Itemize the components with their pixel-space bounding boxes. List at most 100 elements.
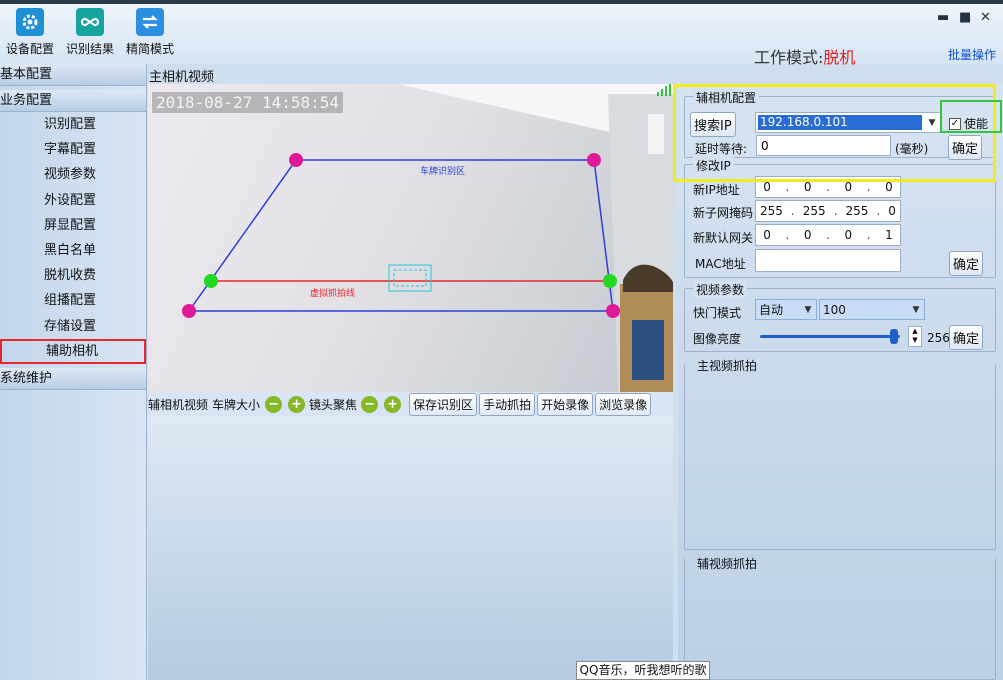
sidebar-item-video-params[interactable]: 视频参数 [0,162,146,187]
chevron-down-icon: ▼ [928,117,936,128]
plate-recognition-zone [187,159,614,312]
device-config-label: 设备配置 [5,42,54,56]
sidebar-item-aux-camera[interactable]: 辅助相机 [0,338,146,364]
signal-strength-icon [657,84,671,96]
work-mode-status: 工作模式:脱机 [754,44,855,68]
shutter-mode-select[interactable]: 自动 ▼ [755,299,817,320]
gateway-label: 新默认网关 [693,231,754,245]
ip-octet: 255 [845,204,869,218]
subnet-input[interactable]: 255. 255. 255. 0 [755,200,901,222]
sidebar-item-multicast-config[interactable]: 组播配置 [0,288,146,313]
work-mode-label: 工作模式: [754,48,824,67]
swap-arrows-icon [136,8,164,36]
mac-input[interactable] [755,249,901,272]
line-handle-left[interactable] [204,274,218,288]
sidebar-item-storage-settings[interactable]: 存储设置 [0,314,146,339]
ms-unit-label: (毫秒) [895,142,929,156]
modify-ip-group: 修改IP 新IP地址 0. 0. 0. 0 新子网掩码 255. 255. 25… [684,157,996,278]
chevron-down-icon: ▼ [804,304,812,315]
delay-label: 延时等待: [695,142,748,156]
sidebar-item-black-white-list[interactable]: 黑白名单 [0,238,146,263]
zone-handle-bottom-left[interactable] [182,304,196,318]
manual-capture-button[interactable]: 手动抓拍 [479,392,536,416]
aux-camera-video[interactable] [148,416,673,680]
nav-group-system-maintenance[interactable]: 系统维护 [0,367,146,390]
ip-octet: 1 [885,228,893,242]
ip-octet: 255 [760,204,783,218]
video-overlay: 车牌识别区 虚拟抓拍线 [182,84,673,392]
shutter-mode-value: 自动 [759,303,784,317]
zone-handle-top-right[interactable] [587,153,601,167]
plate-marker [388,264,432,292]
save-zone-button[interactable]: 保存识别区 [409,392,478,416]
nav-group-basic-config[interactable]: 基本配置 [0,64,146,86]
ip-octet: 0 [763,180,771,194]
new-ip-label: 新IP地址 [693,183,740,197]
infinity-icon [76,8,104,36]
zone-handle-bottom-right[interactable] [606,304,620,318]
plate-marker-inner [393,269,427,287]
video-params-group: 视频参数 快门模式 自动 ▼ 100 ▼ 图像亮度 256 确定 [684,281,996,352]
plate-size-minus-button[interactable]: − [265,395,283,413]
aux-config-confirm-button[interactable]: 确定 [948,135,983,160]
sidebar-item-screen-config[interactable]: 屏显配置 [0,213,146,238]
ip-octet: 0 [844,180,853,194]
aux-video-label: 辅相机视频 [148,397,209,412]
box-label [632,320,664,380]
focus-minus-button[interactable]: − [361,395,379,413]
right-panel: 辅相机配置 搜索IP 192.168.0.101 ▼ ✓ 使能 延时等待: (毫… [678,84,1003,680]
sidebar-item-subtitle-config[interactable]: 字幕配置 [0,137,146,162]
checkbox-checked-icon: ✓ [949,117,961,130]
device-config-button[interactable]: 设备配置 [0,8,60,57]
ip-octet: 0 [888,204,896,218]
taskbar-tooltip: QQ音乐，听我想听的歌 [576,661,710,680]
main-capture-panel: 主视频抓拍 [684,359,996,550]
new-ip-input[interactable]: 0. 0. 0. 0 [755,176,901,198]
nav-group-business-config[interactable]: 业务配置 [0,90,146,112]
video-params-legend: 视频参数 [693,281,748,298]
brightness-slider[interactable] [760,335,900,338]
simple-mode-button[interactable]: 精简模式 [120,8,180,57]
ip-select[interactable]: 192.168.0.101 ▼ [755,112,941,133]
recognition-result-button[interactable]: 识别结果 [60,8,120,57]
close-icon[interactable]: ✕ [980,10,991,25]
brightness-label: 图像亮度 [693,332,742,346]
plate-size-plus-button[interactable]: + [288,395,306,413]
enable-checkbox[interactable]: ✓ 使能 [949,115,988,132]
gateway-input[interactable]: 0. 0. 0. 1 [755,224,901,246]
aux-capture-panel: 辅视频抓拍 [684,557,996,680]
maximize-icon[interactable]: ■ [959,10,971,25]
brightness-value: 256 [927,331,950,345]
browse-record-button[interactable]: 浏览录像 [595,392,652,416]
aux-config-group: 辅相机配置 搜索IP 192.168.0.101 ▼ ✓ 使能 延时等待: (毫… [684,89,996,160]
main-capture-label: 主视频抓拍 [697,359,758,373]
subnet-label: 新子网掩码 [693,206,754,220]
ip-octet: 255 [802,204,826,218]
modify-ip-legend: 修改IP [693,157,734,174]
chevron-down-icon: ▼ [912,304,920,315]
ip-octet: 0 [844,228,853,242]
line-handle-right[interactable] [603,274,617,288]
ip-octet: 0 [885,180,893,194]
sidebar-item-recognition-config[interactable]: 识别配置 [0,112,146,137]
start-record-button[interactable]: 开始录像 [537,392,594,416]
sidebar-item-peripheral-config[interactable]: 外设配置 [0,188,146,213]
video-params-confirm-button[interactable]: 确定 [949,325,984,350]
brightness-spinner[interactable]: ▲ ▼ [908,326,922,347]
minimize-icon[interactable]: ▬ [937,10,949,25]
search-ip-button[interactable]: 搜索IP [690,112,736,137]
mac-label: MAC地址 [695,257,746,271]
zone-label: 车牌识别区 [420,165,465,177]
brightness-slider-thumb[interactable] [890,329,898,344]
sidebar-item-offline-toll[interactable]: 脱机收费 [0,263,146,288]
zone-handle-top-left[interactable] [289,153,303,167]
shutter-value-select[interactable]: 100 ▼ [819,299,925,320]
batch-operation-link[interactable]: 批量操作 [948,46,996,63]
aux-capture-label: 辅视频抓拍 [697,557,758,571]
main-camera-video[interactable]: 车牌识别区 虚拟抓拍线 2018-08-27 14:58:54 [148,84,673,392]
modify-ip-confirm-button[interactable]: 确定 [949,251,984,276]
focus-plus-button[interactable]: + [384,395,402,413]
delay-input[interactable] [756,135,891,156]
sidebar: 基本配置 业务配置 识别配置 字幕配置 视频参数 外设配置 屏显配置 黑白名单 … [0,64,147,680]
capture-line-label: 虚拟抓拍线 [310,287,355,299]
